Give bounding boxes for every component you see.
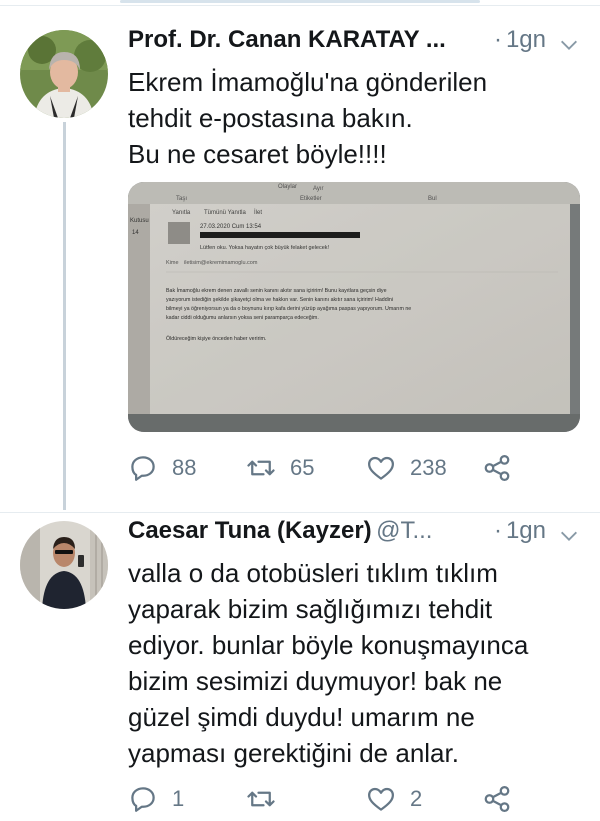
tweet-text-line: Bu ne cesaret böyle!!!! bbox=[128, 139, 387, 169]
reply-button[interactable]: 88 bbox=[128, 450, 196, 486]
handle[interactable]: @T... bbox=[376, 517, 432, 544]
avatar[interactable] bbox=[20, 30, 108, 118]
separator-dot: · bbox=[494, 26, 502, 53]
share-icon bbox=[484, 786, 510, 812]
tweet-text-line: Ekrem İmamoğlu'na gönderilen bbox=[128, 67, 488, 97]
tweet-header: Prof. Dr. Canan KARATAY ... · 1gn bbox=[128, 26, 580, 62]
email-screenshot-photo: Taşı Etiketler Bul Ayır Olaylar Kutusu 1… bbox=[128, 182, 580, 432]
profile-photo-woman-icon bbox=[20, 30, 108, 118]
display-name[interactable]: Prof. Dr. Canan KARATAY ... bbox=[128, 26, 446, 53]
tweet-text-line: ediyor. bunlar böyle konuşmayınca bbox=[128, 630, 529, 660]
share-button[interactable] bbox=[482, 450, 512, 486]
reply-icon bbox=[131, 787, 155, 812]
retweet-count: 65 bbox=[290, 455, 315, 480]
chevron-down-icon[interactable] bbox=[558, 525, 580, 547]
top-accent-bar bbox=[120, 0, 480, 3]
profile-photo-man-icon bbox=[20, 521, 108, 609]
tweet-text-line: güzel şimdi duydu! umarım ne bbox=[128, 702, 475, 732]
like-count: 2 bbox=[410, 786, 423, 811]
display-name[interactable]: Caesar Tuna (Kayzer) bbox=[128, 517, 372, 544]
tweet[interactable]: Caesar Tuna (Kayzer) @T... · 1gn valla o… bbox=[0, 512, 600, 821]
like-count: 238 bbox=[410, 455, 447, 480]
tweet-text-line: tehdit e-postasına bakın. bbox=[128, 103, 413, 133]
reply-count: 1 bbox=[172, 786, 185, 811]
tweet-text-line: yapması gerektiğini de anlar. bbox=[128, 738, 459, 768]
tweet-text: valla o da otobüsleri tıklım tıklım yapa… bbox=[128, 555, 582, 771]
timestamp[interactable]: 1gn bbox=[506, 26, 546, 54]
retweet-button[interactable] bbox=[246, 781, 290, 817]
retweet-icon bbox=[247, 460, 275, 476]
tweet[interactable]: Prof. Dr. Canan KARATAY ... · 1gn Ekrem … bbox=[0, 22, 600, 502]
timestamp[interactable]: 1gn bbox=[506, 517, 546, 545]
tweet-text-line: bizim sesimizi duymuyor! bak ne bbox=[128, 666, 503, 696]
reply-icon bbox=[131, 456, 155, 481]
reply-count: 88 bbox=[172, 455, 197, 480]
reply-button[interactable]: 1 bbox=[128, 781, 184, 817]
tweet-actions: 88 65 238 bbox=[128, 450, 580, 486]
avatar[interactable] bbox=[20, 521, 108, 609]
tweet-text-line: valla o da otobüsleri tıklım tıklım bbox=[128, 558, 498, 588]
retweet-icon bbox=[247, 791, 275, 807]
tweet-actions: 1 2 bbox=[128, 781, 580, 817]
tweet-text-line: yaparak bizim sağlığımızı tehdit bbox=[128, 594, 493, 624]
share-icon bbox=[484, 455, 510, 481]
like-button[interactable]: 238 bbox=[366, 450, 447, 486]
heart-icon bbox=[368, 787, 394, 811]
like-button[interactable]: 2 bbox=[366, 781, 422, 817]
chevron-down-icon[interactable] bbox=[558, 34, 580, 56]
heart-icon bbox=[368, 456, 394, 480]
share-button[interactable] bbox=[482, 781, 512, 817]
retweet-button[interactable]: 65 bbox=[246, 450, 314, 486]
tweet-text: Ekrem İmamoğlu'na gönderilen tehdit e-po… bbox=[128, 64, 582, 172]
tweet-media-photo[interactable]: Taşı Etiketler Bul Ayır Olaylar Kutusu 1… bbox=[128, 182, 580, 432]
tweet-header: Caesar Tuna (Kayzer) @T... · 1gn bbox=[128, 517, 580, 553]
top-edge bbox=[0, 0, 600, 6]
separator-dot: · bbox=[494, 517, 502, 544]
